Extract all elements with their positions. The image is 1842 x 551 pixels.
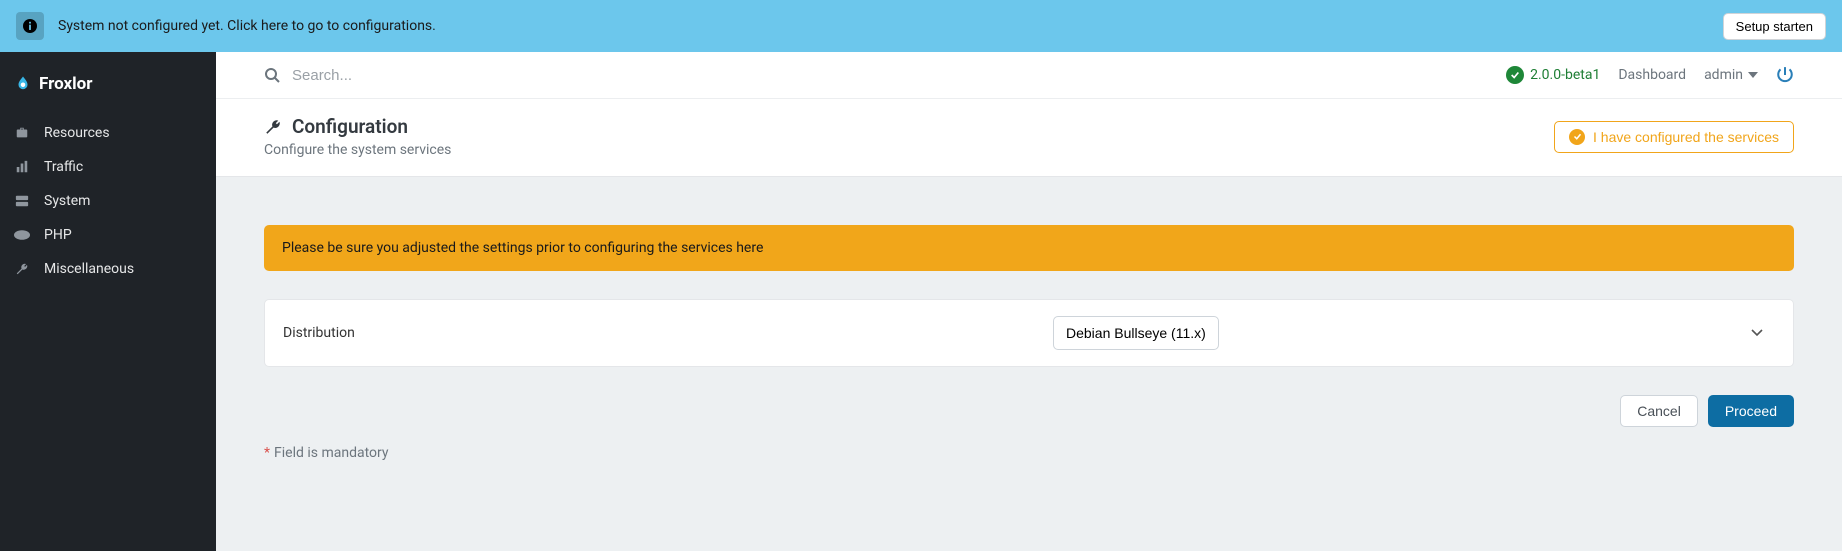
sidebar-item-resources[interactable]: Resources — [0, 116, 216, 150]
version-text: 2.0.0-beta1 — [1530, 67, 1600, 83]
page-title: Configuration — [264, 115, 451, 138]
sidebar-item-php[interactable]: PHP — [0, 218, 216, 252]
notification-message[interactable]: System not configured yet. Click here to… — [58, 18, 1709, 34]
brand-icon — [14, 75, 32, 93]
mandatory-text: Field is mandatory — [274, 445, 389, 461]
form-actions: Cancel Proceed — [264, 395, 1794, 427]
server-icon — [14, 194, 30, 208]
distribution-row: Distribution Debian Bullseye (11.x) — [264, 299, 1794, 367]
topbar-right: 2.0.0-beta1 Dashboard admin — [1506, 66, 1794, 84]
wrench-icon — [14, 262, 30, 276]
sidebar-item-miscellaneous[interactable]: Miscellaneous — [0, 252, 216, 286]
sidebar-item-label: System — [44, 193, 90, 209]
content: Please be sure you adjusted the settings… — [216, 177, 1842, 509]
logout-button[interactable] — [1776, 66, 1794, 84]
check-circle-icon — [1569, 129, 1585, 145]
page-header: Configuration Configure the system servi… — [216, 99, 1842, 177]
distribution-select-wrap: Debian Bullseye (11.x) — [1053, 316, 1775, 350]
version-status[interactable]: 2.0.0-beta1 — [1506, 66, 1600, 84]
sidebar-item-label: Resources — [44, 125, 110, 141]
wrench-icon — [264, 118, 282, 136]
sidebar-item-traffic[interactable]: Traffic — [0, 150, 216, 184]
page-title-text: Configuration — [292, 115, 408, 138]
search-icon — [264, 67, 280, 83]
page-title-wrap: Configuration Configure the system servi… — [264, 115, 451, 158]
mandatory-note: *Field is mandatory — [264, 445, 1794, 461]
distribution-select[interactable]: Debian Bullseye (11.x) — [1053, 316, 1219, 350]
briefcase-icon — [14, 126, 30, 140]
search-wrapper — [264, 67, 1488, 84]
php-icon — [14, 230, 30, 240]
cancel-button[interactable]: Cancel — [1620, 395, 1698, 427]
user-dropdown[interactable]: admin — [1704, 67, 1758, 83]
brand-text: Froxlor — [39, 74, 92, 94]
sidebar-item-label: PHP — [44, 227, 72, 243]
sidebar-item-system[interactable]: System — [0, 184, 216, 218]
sidebar-item-label: Miscellaneous — [44, 261, 134, 277]
user-label: admin — [1704, 67, 1743, 83]
topbar: 2.0.0-beta1 Dashboard admin — [216, 52, 1842, 99]
caret-down-icon — [1748, 72, 1758, 78]
chevron-down-icon — [1751, 329, 1763, 337]
sidebar-item-label: Traffic — [44, 159, 83, 175]
warning-alert: Please be sure you adjusted the settings… — [264, 225, 1794, 271]
setup-start-button[interactable]: Setup starten — [1723, 13, 1826, 40]
asterisk-icon: * — [264, 445, 270, 461]
dashboard-link[interactable]: Dashboard — [1618, 67, 1686, 83]
configured-button-text: I have configured the services — [1593, 129, 1779, 145]
check-circle-icon — [1506, 66, 1524, 84]
sidebar: Froxlor Resources Traffic System PHP — [0, 52, 216, 551]
page-subtitle: Configure the system services — [264, 142, 451, 158]
info-icon — [16, 12, 44, 40]
proceed-button[interactable]: Proceed — [1708, 395, 1794, 427]
search-input[interactable] — [292, 67, 592, 84]
main-area: 2.0.0-beta1 Dashboard admin — [216, 52, 1842, 551]
notification-bar: System not configured yet. Click here to… — [0, 0, 1842, 52]
distribution-label: Distribution — [283, 325, 1029, 341]
brand-logo[interactable]: Froxlor — [0, 66, 216, 116]
chart-icon — [14, 160, 30, 174]
configured-services-button[interactable]: I have configured the services — [1554, 121, 1794, 153]
